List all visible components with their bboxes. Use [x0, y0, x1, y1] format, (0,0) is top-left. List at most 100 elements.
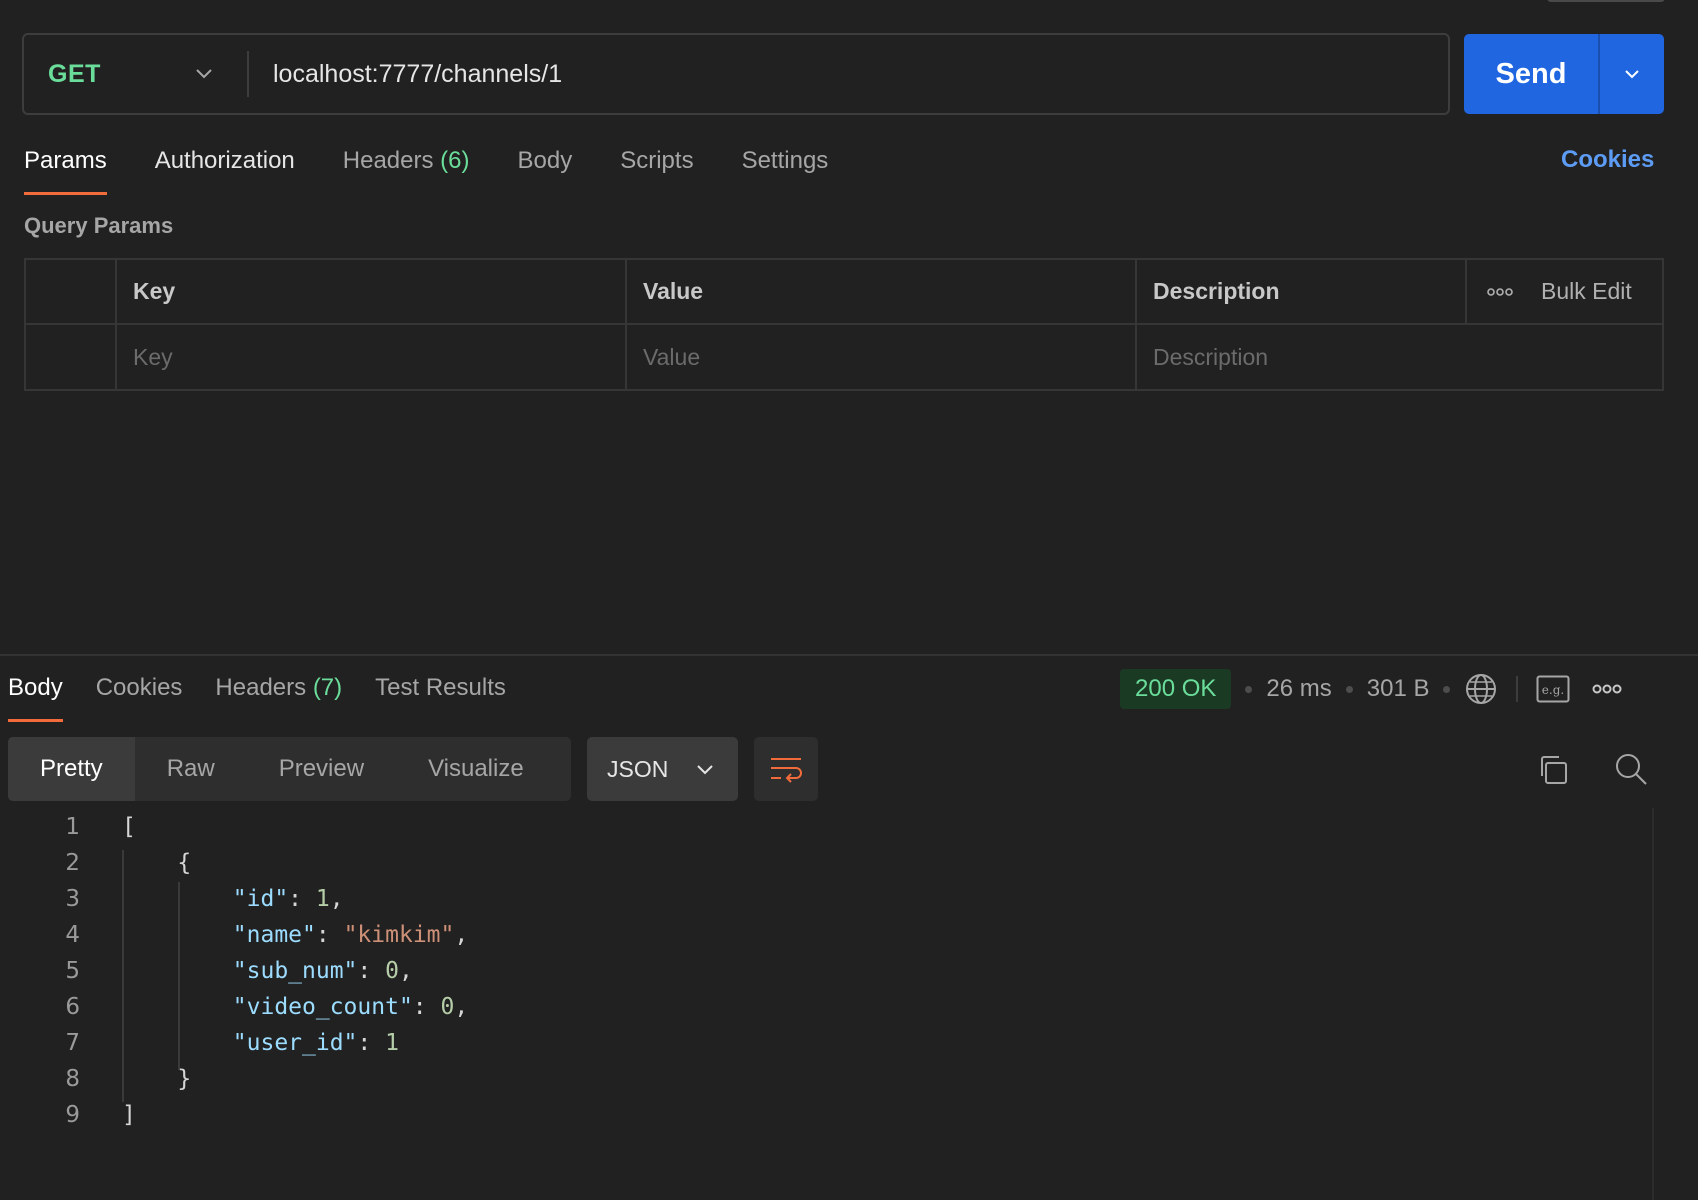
response-tab-headers[interactable]: Headers (7) [215, 672, 342, 722]
code-token-punc: : [288, 886, 316, 912]
code-token-str: "kimkim" [343, 922, 455, 948]
tab-headers[interactable]: Headers (6) [343, 143, 470, 195]
tab-body[interactable]: Body [518, 143, 573, 195]
code-line: } [122, 1066, 191, 1102]
line-number: 6 [65, 994, 80, 1020]
code-line: { [122, 850, 191, 886]
description-input[interactable]: Description [1137, 325, 1662, 390]
code-token-punc: : [357, 958, 386, 984]
key-input[interactable]: Key [117, 325, 627, 390]
code-line: "video_count": 0, [122, 994, 468, 1030]
code-line: "user_id": 1 [122, 1030, 399, 1066]
code-token-num: 0 [440, 994, 455, 1020]
response-meta: 200 OK 26 ms 301 B e.g. [1120, 669, 1622, 709]
checkbox-column [26, 260, 117, 323]
column-description: Description [1137, 260, 1467, 323]
request-url-bar: GET localhost:7777/channels/1 [22, 33, 1450, 115]
code-token-punc: [ [122, 814, 136, 840]
response-headers-count: (7) [312, 674, 343, 701]
globe-icon[interactable] [1464, 672, 1498, 706]
format-visualize[interactable]: Visualize [396, 737, 556, 801]
code-token-punc: : [315, 922, 344, 948]
format-tabs: Pretty Raw Preview Visualize [8, 737, 571, 801]
more-options-icon[interactable] [1592, 683, 1622, 695]
column-value: Value [627, 260, 1137, 323]
cookies-link[interactable]: Cookies [1561, 146, 1654, 174]
url-input[interactable]: localhost:7777/channels/1 [249, 60, 562, 89]
headers-count: (6) [440, 147, 470, 174]
line-number: 5 [65, 958, 80, 984]
table-row: Key Value Description [26, 325, 1662, 390]
method-selector[interactable]: GET [24, 35, 247, 113]
query-params-table: Key Value Description Bulk Edit Key Valu… [24, 258, 1664, 391]
send-options-button[interactable] [1600, 34, 1664, 114]
code-line: [ [122, 814, 136, 850]
code-token-punc [122, 994, 233, 1020]
request-tabs: Params Authorization Headers (6) Body Sc… [24, 143, 876, 195]
table-header-row: Key Value Description Bulk Edit [26, 260, 1662, 325]
chevron-down-icon [697, 765, 714, 775]
code-token-punc: ] [122, 1102, 136, 1128]
example-label: e.g. [1542, 683, 1564, 697]
more-options-icon[interactable] [1487, 287, 1513, 297]
code-line: ] [122, 1102, 136, 1138]
row-checkbox-cell [26, 325, 117, 390]
code-token-key: "name" [232, 922, 316, 948]
wrap-lines-icon [771, 758, 802, 783]
line-number: 4 [65, 922, 80, 948]
format-type-select[interactable]: JSON [587, 737, 738, 801]
code-line: "id": 1, [122, 886, 344, 922]
meta-separator-dot [1443, 685, 1451, 693]
send-button[interactable]: Send [1464, 34, 1598, 114]
format-preview[interactable]: Preview [247, 737, 396, 801]
save-example-icon[interactable]: e.g. [1536, 675, 1570, 703]
line-number: 2 [65, 850, 80, 876]
scrollbar[interactable] [1652, 808, 1654, 1200]
format-pretty[interactable]: Pretty [8, 737, 135, 801]
bulk-edit-button[interactable]: Bulk Edit [1541, 278, 1632, 305]
format-raw[interactable]: Raw [135, 737, 247, 801]
response-tab-body[interactable]: Body [8, 672, 63, 722]
tab-scripts[interactable]: Scripts [620, 143, 693, 195]
code-token-punc: } [122, 1066, 192, 1092]
search-icon[interactable] [1614, 752, 1648, 786]
code-token-num: 1 [385, 1030, 399, 1056]
meta-separator-dot [1245, 685, 1253, 693]
column-key: Key [117, 260, 627, 323]
response-size[interactable]: 301 B [1367, 675, 1430, 703]
wrap-lines-button[interactable] [754, 737, 818, 801]
format-type-label: JSON [607, 755, 669, 782]
code-line: "sub_num": 0, [122, 958, 413, 994]
pane-divider[interactable] [0, 654, 1698, 656]
response-tab-cookies[interactable]: Cookies [96, 672, 183, 722]
code-token-num: 0 [385, 958, 399, 984]
code-token-punc: : [357, 1030, 386, 1056]
line-number: 7 [65, 1030, 80, 1056]
query-params-title: Query Params [24, 213, 174, 238]
method-label: GET [48, 59, 101, 88]
tab-params[interactable]: Params [24, 143, 107, 195]
value-input[interactable]: Value [627, 325, 1137, 390]
code-token-key: "id" [232, 886, 289, 912]
line-number: 9 [65, 1102, 80, 1128]
code-token-key: "user_id" [232, 1030, 358, 1056]
chevron-down-icon [196, 69, 212, 79]
table-actions: Bulk Edit [1467, 260, 1662, 323]
response-time[interactable]: 26 ms [1266, 675, 1331, 703]
copy-icon[interactable] [1537, 754, 1569, 786]
code-token-key: "video_count" [232, 994, 413, 1020]
tab-authorization[interactable]: Authorization [155, 143, 295, 195]
top-toolbar-edge [1547, 0, 1665, 2]
tab-settings[interactable]: Settings [742, 143, 829, 195]
response-tab-test-results[interactable]: Test Results [375, 672, 506, 722]
code-token-punc [122, 886, 233, 912]
code-token-punc [122, 922, 233, 948]
code-token-punc: , [454, 922, 469, 948]
line-number: 1 [65, 814, 80, 840]
code-token-punc [122, 1030, 233, 1056]
status-badge[interactable]: 200 OK [1120, 669, 1232, 709]
code-line: "name": "kimkim", [122, 922, 468, 958]
response-tabs: Body Cookies Headers (7) Test Results [8, 672, 539, 722]
code-token-punc: { [122, 850, 192, 876]
code-token-punc: , [329, 886, 344, 912]
